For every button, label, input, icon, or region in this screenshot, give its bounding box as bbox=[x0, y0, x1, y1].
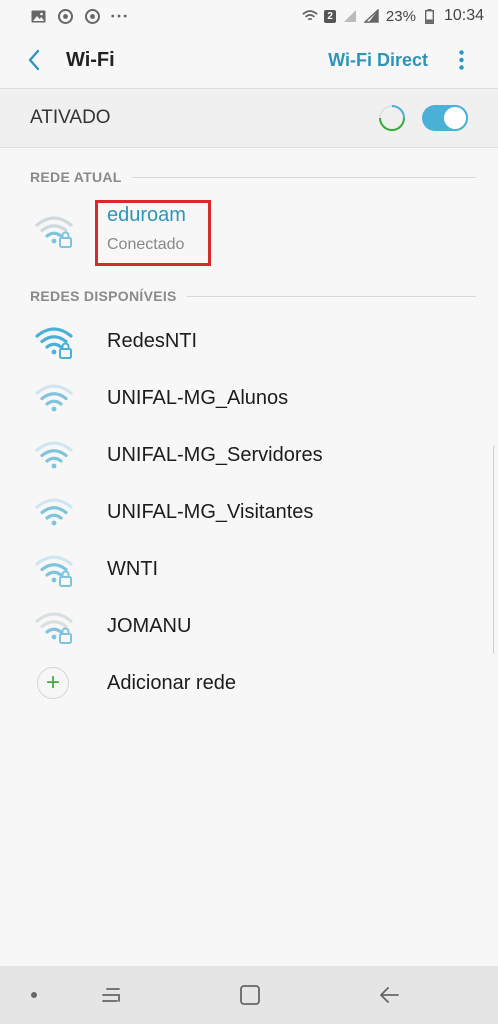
current-network-row[interactable]: eduroam Conectado bbox=[0, 196, 498, 272]
wifi-toggle[interactable] bbox=[422, 105, 468, 131]
back-arrow-icon bbox=[28, 49, 40, 71]
app-bar: Wi-Fi Wi-Fi Direct bbox=[0, 32, 498, 88]
add-network-row[interactable]: + Adicionar rede bbox=[0, 655, 498, 712]
network-row[interactable]: JOMANU bbox=[0, 598, 498, 655]
add-plus-icon: + bbox=[37, 667, 69, 699]
navigation-bar bbox=[0, 966, 498, 1024]
section-header-line bbox=[131, 176, 476, 178]
wifi-medium-icon bbox=[35, 498, 73, 526]
battery-level: 23% bbox=[385, 7, 416, 25]
more-options-button[interactable] bbox=[446, 40, 476, 80]
wifi-medium-icon bbox=[35, 441, 73, 469]
current-network-name: eduroam bbox=[107, 204, 186, 226]
recent-apps-icon bbox=[102, 988, 120, 1002]
network-name: UNIFAL-MG_Servidores bbox=[107, 444, 323, 466]
chrome-icon bbox=[57, 8, 73, 24]
loading-spinner-icon bbox=[379, 105, 405, 131]
network-name: JOMANU bbox=[107, 615, 192, 637]
gallery-icon bbox=[30, 8, 46, 24]
network-row[interactable]: UNIFAL-MG_Visitantes bbox=[0, 484, 498, 541]
network-row[interactable]: UNIFAL-MG_Alunos bbox=[0, 370, 498, 427]
battery-icon bbox=[422, 8, 438, 24]
section-header-label: REDE ATUAL bbox=[30, 169, 122, 185]
scroll-indicator bbox=[493, 445, 498, 655]
back-button[interactable] bbox=[8, 32, 60, 88]
sim-badge: 2 bbox=[324, 9, 336, 23]
section-header-label: REDES DISPONÍVEIS bbox=[30, 288, 177, 304]
network-name: WNTI bbox=[107, 558, 159, 580]
wifi-locked-icon bbox=[35, 216, 73, 248]
home-button[interactable] bbox=[230, 975, 270, 1015]
network-name: RedesNTI bbox=[107, 330, 198, 352]
network-name: UNIFAL-MG_Alunos bbox=[107, 387, 289, 409]
section-header-line bbox=[186, 295, 476, 297]
network-row[interactable]: WNTI bbox=[0, 541, 498, 598]
current-network-status: Conectado bbox=[107, 236, 185, 253]
nav-dot-button[interactable] bbox=[14, 975, 54, 1015]
wifi-direct-button[interactable]: Wi-Fi Direct bbox=[328, 50, 428, 71]
home-icon bbox=[240, 985, 260, 1005]
cell-signal-icon bbox=[364, 8, 380, 24]
status-bar: 2 23% 10:34 bbox=[0, 0, 498, 32]
back-arrow-icon bbox=[380, 987, 399, 1003]
dot-icon bbox=[31, 992, 37, 998]
more-dots-icon bbox=[111, 8, 127, 24]
wifi-locked-strong-icon bbox=[35, 327, 73, 359]
clock: 10:34 bbox=[443, 7, 484, 24]
current-network-header: REDE ATUAL bbox=[30, 167, 476, 187]
network-row[interactable]: RedesNTI bbox=[0, 313, 498, 370]
wifi-medium-icon bbox=[35, 384, 73, 412]
status-bar-system: 2 23% 10:34 bbox=[302, 7, 484, 25]
page-title: Wi-Fi bbox=[66, 48, 115, 71]
status-bar-notifications bbox=[30, 8, 127, 24]
wifi-signal-icon bbox=[302, 8, 319, 24]
wifi-locked-medium-icon bbox=[35, 555, 73, 587]
toggle-knob bbox=[442, 105, 468, 131]
chrome-icon bbox=[84, 8, 100, 24]
network-row[interactable]: UNIFAL-MG_Servidores bbox=[0, 427, 498, 484]
divider bbox=[0, 147, 498, 148]
network-name: UNIFAL-MG_Visitantes bbox=[107, 501, 314, 523]
wifi-locked-weak-icon bbox=[35, 612, 73, 644]
more-vertical-icon bbox=[458, 50, 464, 70]
back-nav-button[interactable] bbox=[369, 975, 409, 1015]
add-network-label: Adicionar rede bbox=[107, 672, 236, 694]
recent-apps-button[interactable] bbox=[91, 975, 131, 1015]
available-networks-header: REDES DISPONÍVEIS bbox=[30, 286, 476, 306]
master-switch-label: ATIVADO bbox=[30, 107, 111, 128]
wifi-master-switch-row[interactable]: ATIVADO bbox=[0, 89, 498, 147]
signal-empty-icon bbox=[342, 8, 358, 24]
